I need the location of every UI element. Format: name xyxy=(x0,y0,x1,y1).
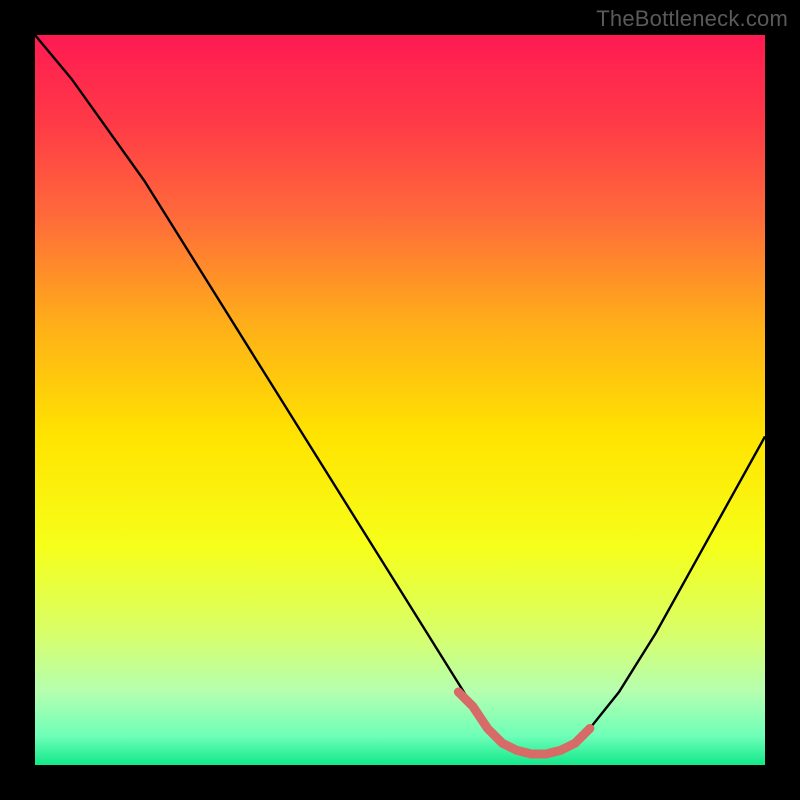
chart-svg xyxy=(35,35,765,765)
plot-area xyxy=(35,35,765,765)
chart-root: TheBottleneck.com xyxy=(0,0,800,800)
watermark-text: TheBottleneck.com xyxy=(596,6,788,32)
highlight-point xyxy=(454,688,463,697)
gradient-background xyxy=(35,35,765,765)
highlight-point xyxy=(585,724,594,733)
